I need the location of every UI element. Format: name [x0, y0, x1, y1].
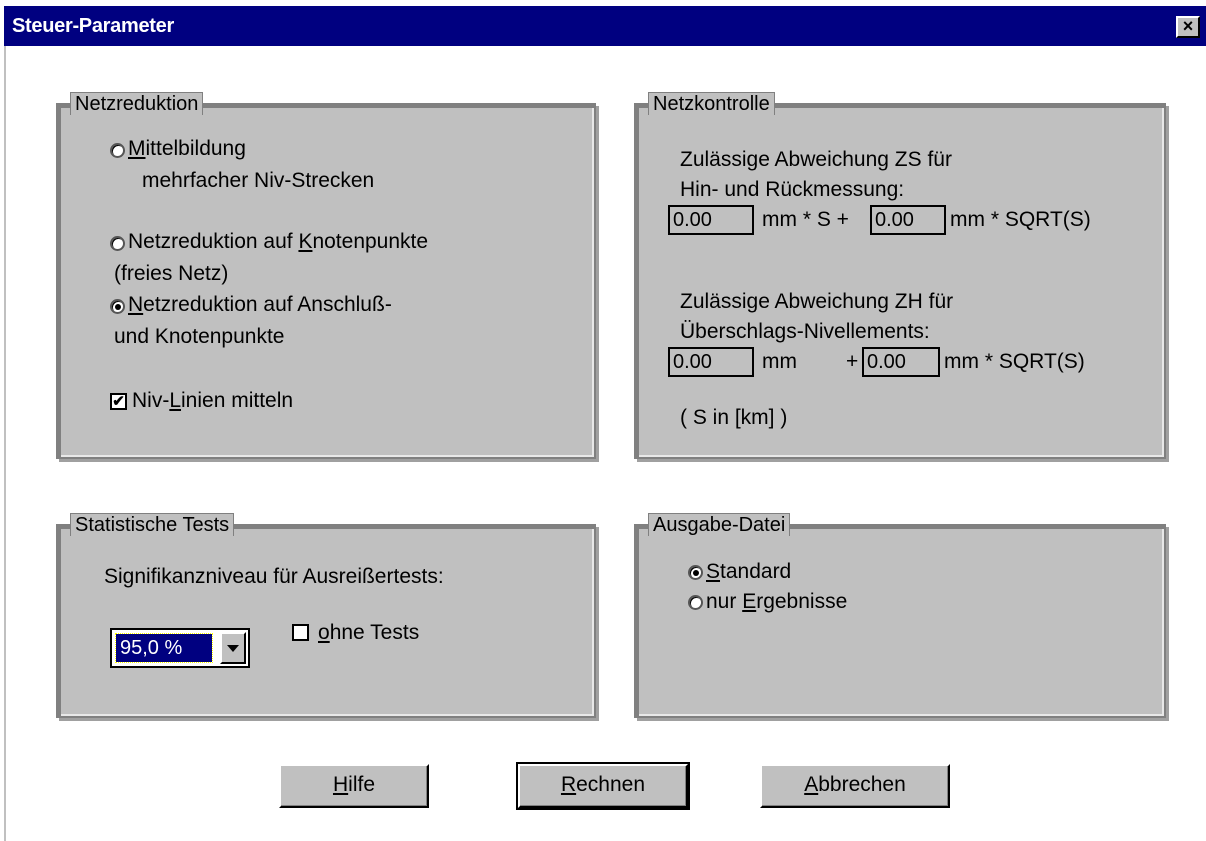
radio-standard-label[interactable]: Standard — [706, 559, 791, 585]
close-button[interactable]: × — [1176, 16, 1200, 38]
zs-a-input[interactable]: 0.00 — [668, 205, 754, 235]
radio-mittelbildung-label-line2: mehrfacher Niv-Strecken — [142, 169, 375, 192]
zh-plus: + — [846, 350, 859, 373]
checkbox-ohne-tests[interactable] — [292, 624, 309, 641]
zh-b-unit: mm * SQRT(S) — [944, 350, 1085, 373]
hilfe-button[interactable]: Hilfe — [279, 764, 429, 808]
zh-a-input[interactable]: 0.00 — [668, 347, 754, 377]
signifikanz-select[interactable]: 95,0 % — [110, 628, 250, 668]
radio-anschluss-label-line2: und Knotenpunkte — [114, 325, 285, 348]
zs-a-unit: mm * S + — [762, 208, 849, 231]
chevron-down-icon[interactable] — [220, 632, 246, 664]
group-legend: Netzreduktion — [70, 92, 204, 115]
checkbox-niv-linien-label[interactable]: Niv-Linien mitteln — [132, 388, 293, 414]
zs-b-input[interactable]: 0.00 — [870, 205, 946, 235]
group-netzkontrolle: Netzkontrolle Zulässige Abweichung ZS fü… — [634, 92, 1166, 459]
signifikanz-selected-value[interactable]: 95,0 % — [115, 633, 213, 663]
unit-note: ( S in [km] ) — [680, 406, 788, 429]
checkbox-niv-linien[interactable]: ✔ — [110, 393, 127, 410]
radio-nur-ergebnisse[interactable] — [688, 595, 703, 610]
radio-knotenpunkte-label[interactable]: Netzreduktion auf Knotenpunkte — [128, 229, 428, 255]
checkbox-ohne-tests-label[interactable]: ohne Tests — [318, 620, 419, 646]
radio-knotenpunkte-label-line2: (freies Netz) — [114, 262, 229, 285]
zh-b-input[interactable]: 0.00 — [862, 347, 940, 377]
abbrechen-button[interactable]: Abbrechen — [760, 764, 950, 808]
radio-mittelbildung-label[interactable]: Mittelbildung — [128, 136, 246, 162]
radio-nur-ergebnisse-label[interactable]: nur Ergebnisse — [706, 589, 847, 615]
group-netzreduktion: Netzreduktion Mittelbildung mehrfacher N… — [56, 92, 596, 459]
zh-label-line2: Überschlags-Nivellements: — [680, 320, 930, 343]
group-legend: Netzkontrolle — [648, 92, 775, 115]
zh-a-unit: mm — [762, 350, 797, 373]
radio-anschluss-knotenpunkte[interactable] — [110, 299, 125, 314]
window-title: Steuer-Parameter — [12, 15, 174, 37]
title-bar: Steuer-Parameter × — [4, 6, 1206, 46]
group-statistische-tests: Statistische Tests Signifikanzniveau für… — [56, 513, 596, 718]
rechnen-button[interactable]: Rechnen — [516, 762, 690, 810]
zs-b-unit: mm * SQRT(S) — [950, 208, 1091, 231]
radio-standard[interactable] — [688, 565, 703, 580]
zh-label-line1: Zulässige Abweichung ZH für — [680, 290, 954, 313]
group-ausgabe-datei: Ausgabe-Datei Standard nur Ergebnisse — [634, 513, 1166, 718]
radio-knotenpunkte[interactable] — [110, 236, 125, 251]
radio-anschluss-label[interactable]: Netzreduktion auf Anschluß- — [128, 292, 392, 318]
signifikanz-label: Signifikanzniveau für Ausreißertests: — [104, 565, 444, 588]
zs-label-line1: Zulässige Abweichung ZS für — [680, 148, 952, 171]
group-legend: Statistische Tests — [70, 513, 235, 536]
dialog-edge — [4, 46, 6, 841]
check-mark-icon: ✔ — [112, 393, 125, 410]
radio-mittelbildung[interactable] — [110, 143, 125, 158]
group-legend: Ausgabe-Datei — [648, 513, 791, 536]
zs-label-line2: Hin- und Rückmessung: — [680, 178, 905, 201]
